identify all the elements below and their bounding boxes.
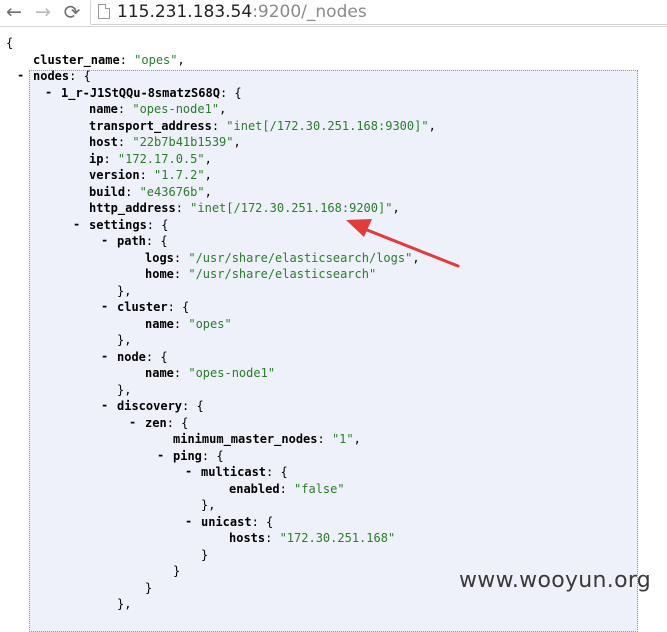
annotation-arrow-icon: [346, 219, 460, 268]
watermark: www.wooyun.org: [459, 568, 652, 593]
